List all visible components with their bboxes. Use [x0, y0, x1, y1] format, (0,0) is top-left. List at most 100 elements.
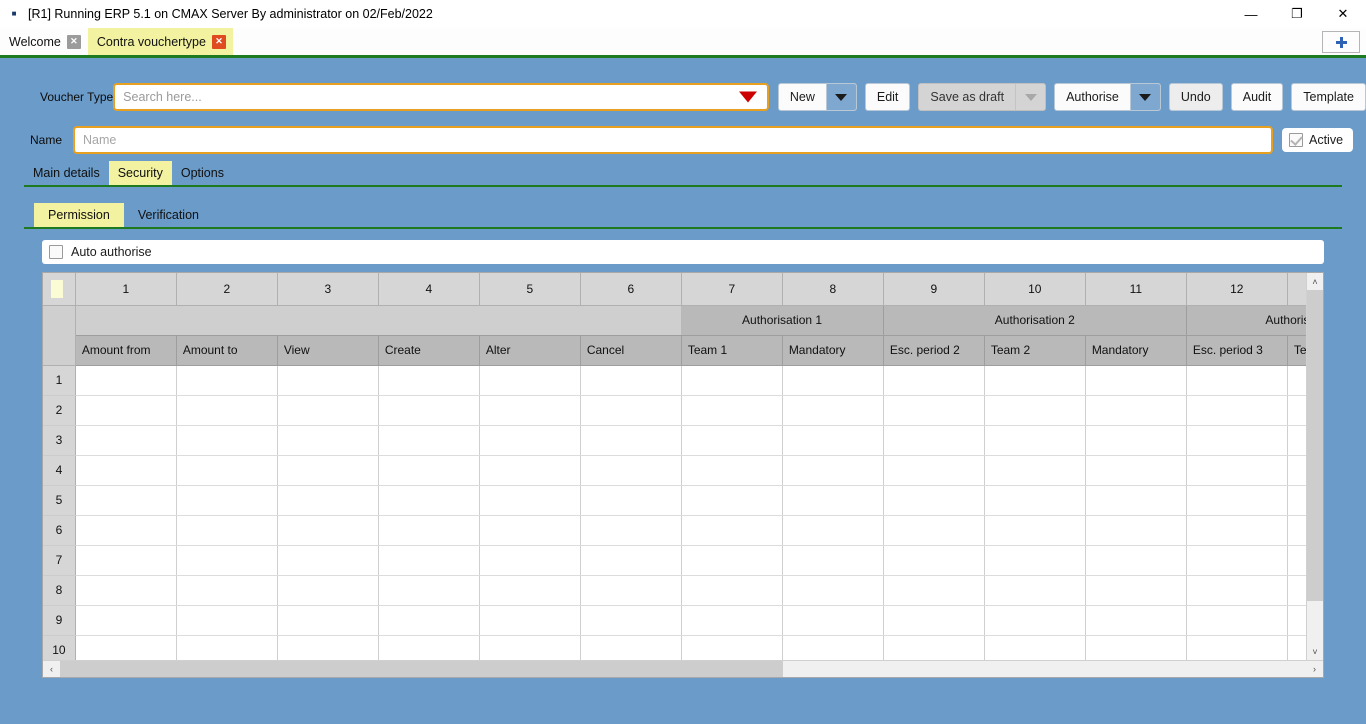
- table-cell[interactable]: [176, 395, 278, 426]
- column-field-header[interactable]: Amount from: [75, 335, 177, 366]
- table-cell[interactable]: [984, 365, 1086, 396]
- table-cell[interactable]: [782, 605, 884, 636]
- table-cell[interactable]: [75, 365, 177, 396]
- table-cell[interactable]: [378, 425, 480, 456]
- row-number-header[interactable]: 7: [43, 545, 76, 576]
- row-number-header[interactable]: 9: [43, 605, 76, 636]
- table-cell[interactable]: [75, 515, 177, 546]
- table-cell[interactable]: [176, 425, 278, 456]
- row-number-header[interactable]: 8: [43, 575, 76, 606]
- row-number-header[interactable]: 5: [43, 485, 76, 516]
- scroll-right-icon[interactable]: ›: [1306, 661, 1323, 677]
- column-field-header[interactable]: Esc. period 2: [883, 335, 985, 366]
- table-cell[interactable]: [1186, 545, 1288, 576]
- table-cell[interactable]: [883, 485, 985, 516]
- table-cell[interactable]: [479, 395, 581, 426]
- vertical-scrollbar[interactable]: ˄ ˅: [1306, 273, 1323, 660]
- table-cell[interactable]: [176, 575, 278, 606]
- authorise-button[interactable]: Authorise: [1054, 83, 1161, 111]
- table-cell[interactable]: [984, 515, 1086, 546]
- chevron-down-icon[interactable]: [738, 91, 757, 103]
- table-cell[interactable]: [479, 575, 581, 606]
- table-cell[interactable]: [681, 515, 783, 546]
- table-cell[interactable]: [176, 635, 278, 660]
- table-cell[interactable]: [580, 365, 682, 396]
- chevron-down-icon[interactable]: [1129, 84, 1160, 110]
- table-cell[interactable]: [479, 365, 581, 396]
- table-cell[interactable]: [782, 365, 884, 396]
- table-cell[interactable]: [378, 545, 480, 576]
- minimize-icon[interactable]: —: [1228, 0, 1274, 28]
- vertical-scroll-thumb[interactable]: [1307, 290, 1323, 601]
- table-cell[interactable]: [1085, 395, 1187, 426]
- table-cell[interactable]: [1287, 575, 1306, 606]
- tab-permission[interactable]: Permission: [34, 203, 124, 227]
- table-cell[interactable]: [75, 605, 177, 636]
- table-cell[interactable]: [75, 425, 177, 456]
- table-row[interactable]: 4: [43, 455, 1306, 486]
- table-cell[interactable]: [681, 545, 783, 576]
- tab-security[interactable]: Security: [108, 161, 172, 185]
- close-icon[interactable]: ✕: [66, 34, 81, 49]
- table-cell[interactable]: [1085, 635, 1187, 660]
- table-cell[interactable]: [580, 575, 682, 606]
- column-number-header[interactable]: 9: [883, 273, 985, 306]
- table-cell[interactable]: [1085, 605, 1187, 636]
- table-cell[interactable]: [277, 515, 379, 546]
- column-field-header[interactable]: View: [277, 335, 379, 366]
- table-cell[interactable]: [75, 545, 177, 576]
- table-cell[interactable]: [782, 515, 884, 546]
- table-cell[interactable]: [1085, 515, 1187, 546]
- table-cell[interactable]: [1085, 485, 1187, 516]
- table-row[interactable]: 5: [43, 485, 1306, 516]
- table-row[interactable]: 9: [43, 605, 1306, 636]
- table-cell[interactable]: [176, 485, 278, 516]
- table-cell[interactable]: [984, 455, 1086, 486]
- table-cell[interactable]: [681, 365, 783, 396]
- table-cell[interactable]: [1186, 605, 1288, 636]
- vertical-scroll-track[interactable]: [1307, 290, 1323, 643]
- voucher-type-search-field[interactable]: [113, 83, 769, 111]
- table-cell[interactable]: [378, 515, 480, 546]
- table-cell[interactable]: [1186, 395, 1288, 426]
- table-cell[interactable]: [580, 485, 682, 516]
- checkbox-icon[interactable]: [1289, 133, 1303, 147]
- table-cell[interactable]: [176, 455, 278, 486]
- table-cell[interactable]: [75, 395, 177, 426]
- horizontal-scrollbar[interactable]: ‹ ›: [43, 660, 1323, 677]
- table-cell[interactable]: [75, 455, 177, 486]
- table-cell[interactable]: [176, 545, 278, 576]
- column-number-header[interactable]: 12: [1186, 273, 1288, 306]
- column-field-header[interactable]: Create: [378, 335, 480, 366]
- name-field[interactable]: [73, 126, 1273, 154]
- column-number-header[interactable]: 8: [782, 273, 884, 306]
- column-number-header[interactable]: 4: [378, 273, 480, 306]
- column-field-header[interactable]: Team 1: [681, 335, 783, 366]
- table-row[interactable]: 7: [43, 545, 1306, 576]
- table-cell[interactable]: [479, 605, 581, 636]
- table-cell[interactable]: [883, 575, 985, 606]
- table-cell[interactable]: [1186, 455, 1288, 486]
- horizontal-scroll-track[interactable]: [60, 661, 1306, 677]
- table-cell[interactable]: [479, 485, 581, 516]
- table-cell[interactable]: [1186, 425, 1288, 456]
- new-tab-button[interactable]: [1322, 31, 1360, 53]
- column-field-header[interactable]: Mandatory: [1085, 335, 1187, 366]
- chevron-down-icon[interactable]: [1015, 84, 1046, 110]
- doc-tab-welcome[interactable]: Welcome ✕: [0, 28, 88, 55]
- horizontal-scroll-thumb[interactable]: [60, 661, 783, 677]
- table-cell[interactable]: [883, 515, 985, 546]
- table-cell[interactable]: [782, 635, 884, 660]
- table-cell[interactable]: [883, 365, 985, 396]
- search-input[interactable]: [123, 86, 737, 108]
- undo-button[interactable]: Undo: [1168, 83, 1223, 111]
- table-cell[interactable]: [782, 545, 884, 576]
- edit-button[interactable]: Edit: [864, 83, 911, 111]
- table-cell[interactable]: [479, 545, 581, 576]
- column-number-header[interactable]: 11: [1085, 273, 1187, 306]
- table-cell[interactable]: [883, 425, 985, 456]
- table-cell[interactable]: [984, 605, 1086, 636]
- column-field-header[interactable]: Esc. period 3: [1186, 335, 1288, 366]
- column-number-header[interactable]: 10: [984, 273, 1086, 306]
- table-cell[interactable]: [1287, 425, 1306, 456]
